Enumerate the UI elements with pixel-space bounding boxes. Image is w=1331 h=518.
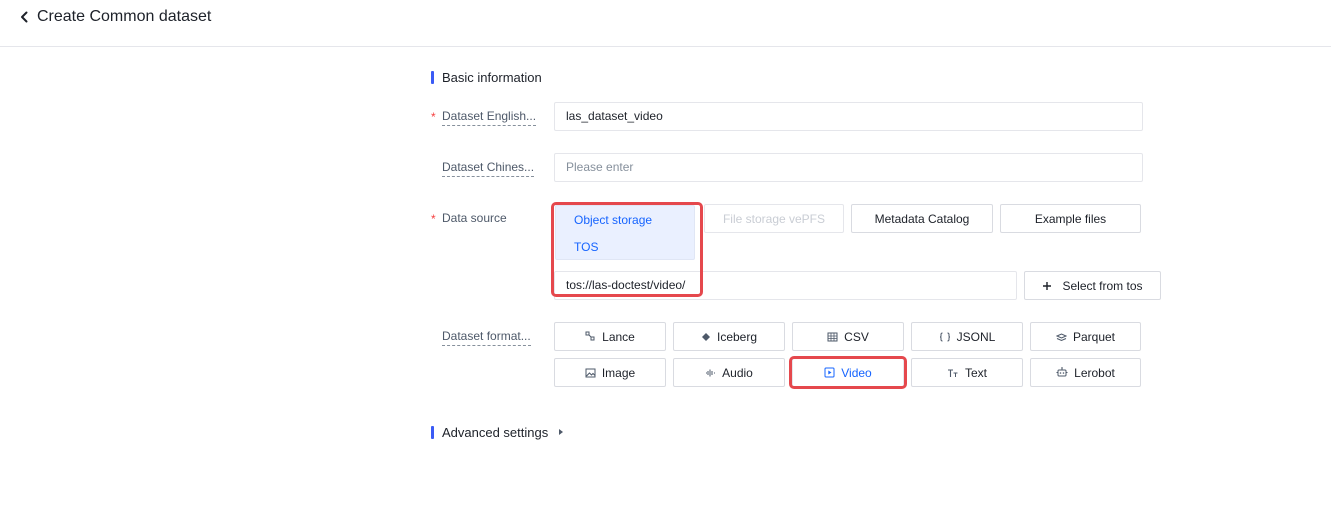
audio-wave-icon: [706, 369, 716, 376]
image-icon: [585, 368, 596, 377]
page-title: Create Common dataset: [37, 8, 212, 25]
example-files-label: Example files: [1034, 211, 1107, 226]
advanced-settings-toggle[interactable]: Advanced settings: [442, 425, 548, 441]
table-icon: [827, 332, 838, 341]
tos-option[interactable]: TOS: [574, 240, 598, 254]
audio-label: Audio: [722, 365, 753, 380]
iceberg-label: Iceberg: [716, 329, 758, 344]
metadata-catalog-label: Metadata Catalog: [874, 211, 970, 226]
file-storage-vepfs-button[interactable]: File storage vePFS: [704, 204, 844, 233]
object-storage-option[interactable]: Object storage: [574, 213, 652, 227]
basic-information-title: Basic information: [442, 70, 542, 85]
format-jsonl-button[interactable]: JSONL: [911, 322, 1023, 351]
format-iceberg-button[interactable]: Iceberg: [673, 322, 785, 351]
select-from-tos-label: Select from tos: [1062, 278, 1143, 293]
jsonl-label: JSONL: [956, 329, 996, 344]
lerobot-label: Lerobot: [1074, 365, 1115, 380]
select-from-tos-button[interactable]: Select from tos: [1024, 271, 1161, 300]
video-play-icon: [824, 367, 835, 378]
page-header: Create Common dataset: [0, 0, 1331, 47]
text-label: Text: [964, 365, 987, 380]
parquet-label: Parquet: [1072, 329, 1116, 344]
format-lance-button[interactable]: Lance: [554, 322, 666, 351]
tos-path-input[interactable]: tos://las-doctest/video/: [554, 271, 1017, 300]
metadata-catalog-button[interactable]: Metadata Catalog: [851, 204, 993, 233]
dataset-chinese-name-input[interactable]: Please enter: [554, 153, 1143, 182]
format-image-button[interactable]: Image: [554, 358, 666, 387]
object-storage-dropdown: Object storage TOS: [555, 205, 695, 260]
plus-icon: [1043, 281, 1052, 290]
example-files-button[interactable]: Example files: [1000, 204, 1141, 233]
chevron-left-icon[interactable]: [19, 10, 31, 24]
csv-label: CSV: [844, 329, 869, 344]
dataset-format-label: Dataset format...: [442, 328, 531, 346]
dataset-chinese-name-label: Dataset Chines...: [442, 159, 535, 177]
caret-right-icon[interactable]: [559, 429, 563, 435]
format-video-button[interactable]: Video: [792, 358, 904, 387]
format-csv-button[interactable]: CSV: [792, 322, 904, 351]
parquet-icon: [1055, 332, 1067, 341]
data-source-label: Data source: [442, 211, 507, 225]
dataset-english-name-label: Dataset English...: [442, 108, 537, 126]
text-type-icon: [947, 368, 958, 377]
dataset-english-name-input[interactable]: las_dataset_video: [554, 102, 1143, 131]
braces-icon: [939, 332, 950, 341]
lance-label: Lance: [602, 329, 635, 344]
image-label: Image: [601, 365, 636, 380]
robot-icon: [1056, 367, 1068, 377]
lance-icon: [585, 331, 595, 341]
section-accent-bar: [431, 71, 434, 84]
required-asterisk: *: [431, 212, 436, 226]
file-storage-vepfs-label: File storage vePFS: [722, 211, 826, 226]
format-text-button[interactable]: Text: [911, 358, 1023, 387]
format-audio-button[interactable]: Audio: [673, 358, 785, 387]
required-asterisk: *: [431, 110, 436, 124]
format-lerobot-button[interactable]: Lerobot: [1030, 358, 1141, 387]
format-parquet-button[interactable]: Parquet: [1030, 322, 1141, 351]
video-label: Video: [841, 365, 872, 380]
iceberg-icon: [701, 332, 710, 341]
section-accent-bar: [431, 426, 434, 439]
